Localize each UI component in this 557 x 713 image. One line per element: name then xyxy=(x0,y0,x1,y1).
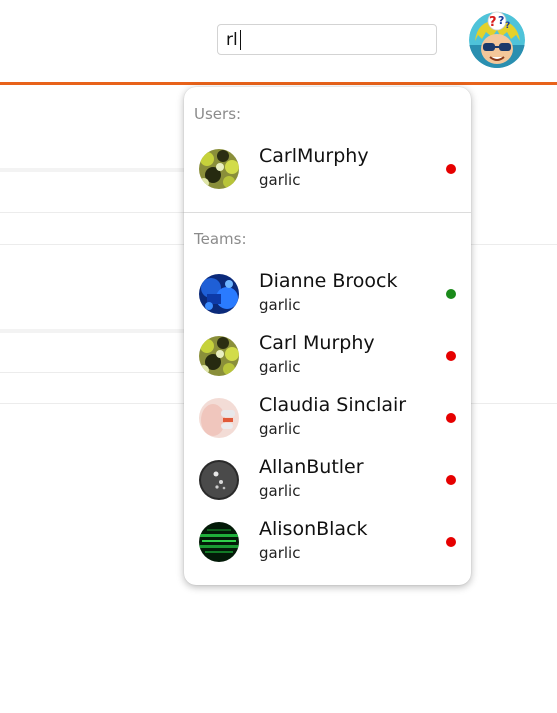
status-offline-dot xyxy=(446,164,456,174)
pink-hand-avatar-icon xyxy=(199,398,239,438)
search-results-dropdown: Users: CarlMurphy garlic Teams: Dianne B… xyxy=(184,87,471,585)
cartoon-face-avatar-icon: ? ? ? xyxy=(469,11,525,68)
result-name: Carl Murphy xyxy=(259,332,375,354)
background-row-edge xyxy=(0,329,184,333)
svg-text:?: ? xyxy=(505,21,510,31)
result-name: CarlMurphy xyxy=(259,145,369,167)
result-subtitle: garlic xyxy=(259,544,301,562)
top-bar: ? ? ? xyxy=(0,0,557,86)
result-name: Claudia Sinclair xyxy=(259,394,407,416)
teams-section-label: Teams: xyxy=(194,230,247,248)
dark-bubbles-avatar-icon xyxy=(199,460,239,500)
result-name: Dianne Broock xyxy=(259,270,398,292)
result-subtitle: garlic xyxy=(259,171,301,189)
result-subtitle: garlic xyxy=(259,482,301,500)
green-code-avatar-icon xyxy=(199,522,239,562)
svg-text:?: ? xyxy=(498,14,504,27)
background-row-edge xyxy=(0,168,184,172)
status-offline-dot xyxy=(446,413,456,423)
users-section-label: Users: xyxy=(194,105,242,123)
result-name: AlisonBlack xyxy=(259,518,368,540)
result-subtitle: garlic xyxy=(259,296,301,314)
background-divider xyxy=(0,372,184,373)
status-online-dot xyxy=(446,289,456,299)
search-input[interactable] xyxy=(217,24,437,55)
background-divider xyxy=(0,212,184,213)
status-offline-dot xyxy=(446,537,456,547)
green-spots-avatar-icon xyxy=(199,336,239,376)
team-result-carl-murphy[interactable]: Carl Murphy garlic xyxy=(184,330,471,386)
team-result-claudia-sinclair[interactable]: Claudia Sinclair garlic xyxy=(184,392,471,448)
status-offline-dot xyxy=(446,475,456,485)
page: ? ? ? Users: xyxy=(0,0,557,713)
green-spots-avatar-icon xyxy=(199,149,239,189)
status-offline-dot xyxy=(446,351,456,361)
result-name: AllanButler xyxy=(259,456,364,478)
result-subtitle: garlic xyxy=(259,420,301,438)
blue-tech-avatar-icon xyxy=(199,274,239,314)
team-result-allanbutler[interactable]: AllanButler garlic xyxy=(184,454,471,510)
text-caret xyxy=(240,30,241,50)
header-accent-line xyxy=(0,82,557,85)
section-divider xyxy=(184,212,471,213)
user-avatar[interactable]: ? ? ? xyxy=(467,11,528,68)
team-result-alisonblack[interactable]: AlisonBlack garlic xyxy=(184,516,471,572)
svg-text:?: ? xyxy=(489,15,497,30)
user-result-carlmurphy[interactable]: CarlMurphy garlic xyxy=(184,143,471,199)
result-subtitle: garlic xyxy=(259,358,301,376)
team-result-dianne-broock[interactable]: Dianne Broock garlic xyxy=(184,268,471,324)
